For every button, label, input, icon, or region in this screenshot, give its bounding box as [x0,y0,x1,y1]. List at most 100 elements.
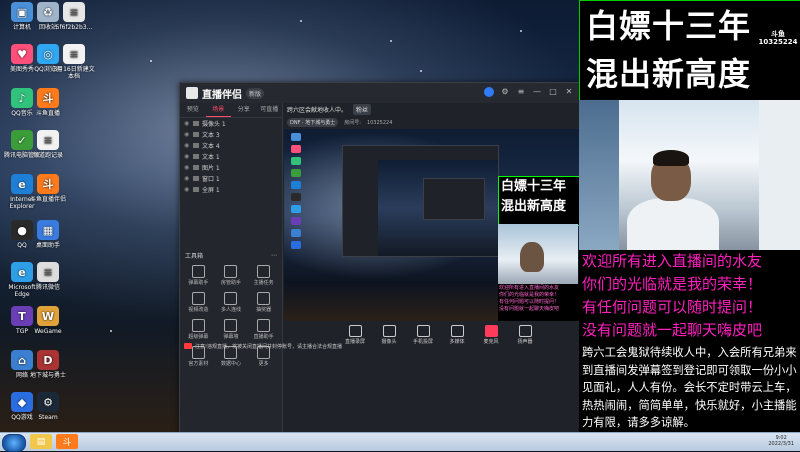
desktop-icon[interactable]: 斗斗鱼直播 [26,88,70,117]
live-companion-window[interactable]: 直播伴侣 新版 ⚙ ≡ — □ ✕ 预览 场景 分享 可直播 ◉ 摄像头 1 ◉ 文… [179,82,581,437]
fans-badge[interactable]: 粉丝 [353,104,372,115]
violation-notice: 注意!违规直播，将被关闭直播间并封停账号，请主播合法合规直播 [180,341,344,351]
background-wall [759,100,800,250]
phone-icon [416,325,430,337]
source-item[interactable]: ◉ 图片 1 [180,162,282,173]
system-clock[interactable]: 9:02 2022/3/31 [768,435,794,447]
window-titlebar[interactable]: 直播伴侣 新版 ⚙ ≡ — □ ✕ [180,83,580,103]
room-title[interactable]: 跨六区会献地收人中。 [287,105,347,114]
star-decoration [390,40,392,42]
douyu-companion-icon[interactable]: 斗 [56,434,78,449]
tool-item[interactable]: 抽奖器 [247,290,280,313]
settings-icon[interactable]: ⚙ [500,87,510,97]
star-decoration [300,20,302,22]
maximize-icon[interactable]: □ [548,87,558,97]
nested-app-window [423,178,485,220]
desktop-icon[interactable]: ≡ 腾讯微信 [26,262,70,291]
phone-cast-button[interactable]: 手机投屏 [412,323,434,347]
avatar[interactable] [484,87,494,97]
text-file-icon: ≡ [63,44,85,64]
steam-icon: ⚙ [37,392,59,412]
multimedia-button[interactable]: 多媒体 [446,323,468,347]
eye-icon[interactable]: ◉ [184,142,191,149]
super-danmaku-icon [191,319,205,332]
desktop-icon[interactable]: W WeGame [26,306,70,335]
douyu-watermark: 斗鱼 10325224 [758,30,798,46]
tool-item[interactable]: 直播助手 [247,317,280,340]
tab-preview[interactable]: 预览 [180,103,206,117]
more-icon[interactable]: ⋯ [271,252,277,259]
eye-icon[interactable]: ◉ [184,186,191,193]
danmaku-wall-icon [224,319,238,332]
desktop-icon[interactable]: D 地下城与勇士 [26,350,70,379]
guild-notice-overlay: 跨六工会鬼狱待续收人中，入会所有兄弟来到直播间发弹幕签到登记即可领取一份小小见面… [579,344,800,434]
screen-record-button[interactable]: 直播录屏 [344,323,366,347]
desktop-icon[interactable]: ≡ 3月16日新建文本档 [52,44,96,80]
tab-share[interactable]: 分享 [231,103,257,117]
text-icon [193,132,199,137]
eye-icon[interactable]: ◉ [184,131,191,138]
source-item[interactable]: ◉ 窗口 1 [180,173,282,184]
lottery-icon [257,292,271,305]
desktop-icon[interactable]: 斗斗鱼直播伴侣 [26,174,70,203]
tool-item[interactable]: 多人连线 [215,290,248,313]
tool-item[interactable]: 房管助手 [215,263,248,286]
douyu-icon: 斗 [37,88,59,108]
source-item[interactable]: ◉ 文本 4 [180,140,282,151]
source-item[interactable]: ◉ 文本 3 [180,129,282,140]
multi-user-icon [224,292,238,305]
app-name: 直播伴侣 [202,89,242,101]
room-label: 房间号: [344,120,361,126]
eye-icon[interactable]: ◉ [184,164,191,171]
streamer-body [627,198,719,250]
camera-icon [193,121,199,126]
desktop-icon[interactable]: ≡ 5f6f2b2b3... [52,2,96,31]
douyu-companion-icon: 斗 [37,174,59,194]
nested-app-preview [342,145,499,257]
microphone-button[interactable]: 麦克风 [480,323,502,347]
danmaku-icon [191,265,205,278]
close-icon[interactable]: ✕ [564,87,574,97]
microphone-icon [484,325,498,337]
minimize-icon[interactable]: — [532,87,542,97]
assistant-icon [257,319,271,332]
speaker-button[interactable]: 扬声器 [514,323,536,347]
source-item[interactable]: ◉ 摄像头 1 [180,118,282,129]
desktop-icon[interactable]: ▦ 桌面助手 [26,220,70,249]
tab-scene[interactable]: 场景 [205,103,231,117]
image-icon [193,165,199,170]
tool-item[interactable]: 超级弹幕 [182,317,215,340]
game-category[interactable]: DNF · 地下城与勇士 [287,118,339,127]
source-item[interactable]: ◉ 文本 1 [180,151,282,162]
version-tag: 新版 [246,87,265,99]
webcam-feed [579,100,800,250]
menu-icon[interactable]: ≡ [516,87,526,97]
desktop-icon[interactable]: ≡ 频道跑记录 [26,130,70,159]
star-decoration [150,60,152,62]
room-manager-icon [224,265,238,278]
fullscreen-icon [193,187,199,192]
eye-icon[interactable]: ◉ [184,120,191,127]
tool-item[interactable]: 弹幕墙 [215,317,248,340]
app-logo-icon [186,87,198,99]
stream-preview[interactable]: 白嫖十三年 混出新高度 欢迎所有进入直播间的水友 你们的光临就是我的荣幸！ 有任… [284,129,580,321]
desktop-icon[interactable]: ⚙ Steam [26,392,70,421]
taskbar: ▤ 斗 9:02 2022/3/31 [0,432,800,452]
eye-icon[interactable]: ◉ [184,153,191,160]
start-button[interactable] [2,434,26,452]
room-info-bar: 跨六区会献地收人中。 粉丝 [283,103,584,116]
tool-item[interactable]: 视频改造 [182,290,215,313]
camera-icon [382,325,396,337]
source-item[interactable]: ◉ 全屏 1 [180,184,282,195]
tool-item[interactable]: 弹幕助手 [182,263,215,286]
eye-icon[interactable]: ◉ [184,175,191,182]
desktop-assistant-icon: ▦ [37,220,59,240]
preview-camera [498,224,578,284]
camera-button[interactable]: 摄像头 [378,323,400,347]
document-icon: ≡ [37,262,59,282]
background-window [579,100,619,250]
explorer-icon[interactable]: ▤ [30,434,52,449]
tool-item[interactable]: 主播任务 [247,263,280,286]
star-decoration [420,70,422,72]
tab-live[interactable]: 可直播 [257,103,283,117]
